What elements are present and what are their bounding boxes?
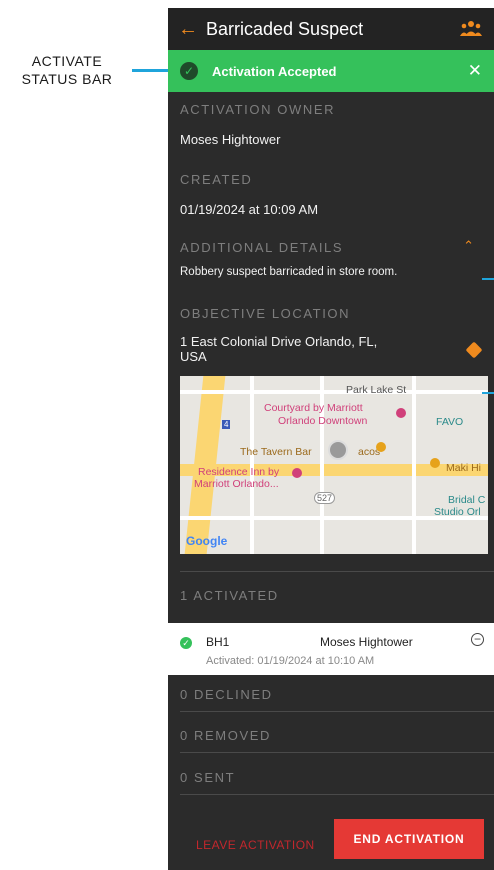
map-label: Courtyard by Marriott — [264, 402, 363, 414]
callout-line1: ACTIVATE — [31, 53, 103, 69]
map-label: Residence Inn by — [198, 466, 280, 478]
check-circle-icon: ✓ — [180, 637, 192, 649]
unit-name: BH1 — [206, 635, 230, 649]
callout-tick — [482, 392, 494, 394]
status-text: Activation Accepted — [212, 63, 337, 79]
map-street — [412, 376, 416, 554]
location-value: 1 East Colonial Drive Orlando, FL, USA — [180, 334, 377, 364]
close-icon[interactable]: ✕ — [468, 61, 482, 81]
app-bar: ← Barricaded Suspect — [168, 8, 494, 50]
route-527-shield: 527 — [314, 492, 336, 504]
map-label: Maki Hi — [446, 462, 482, 474]
hotel-pin-icon[interactable] — [396, 408, 406, 418]
divider — [180, 571, 494, 572]
location-line1: 1 East Colonial Drive Orlando, FL, — [180, 334, 378, 349]
activated-row[interactable]: ✓ BH1 Moses Hightower − Activated: 01/19… — [168, 623, 494, 675]
google-logo: Google — [186, 534, 228, 548]
map-label: Orlando Downtown — [278, 415, 368, 427]
action-bar: LEAVE ACTIVATION END ACTIVATION — [168, 819, 494, 870]
activated-header: 1 ACTIVATED — [180, 588, 279, 603]
map-label: FAVO — [436, 416, 464, 428]
hotel-pin-icon[interactable] — [292, 468, 302, 478]
divider — [180, 752, 494, 753]
activated-time-value: 01/19/2024 at 10:10 AM — [257, 655, 375, 667]
end-activation-button[interactable]: END ACTIVATION — [334, 819, 484, 859]
callout-label: ACTIVATE STATUS BAR — [8, 52, 126, 88]
owner-value: Moses Hightower — [180, 132, 281, 147]
location-map[interactable]: Park Lake St Courtyard by Marriott Orlan… — [180, 376, 488, 554]
callout-line2: STATUS BAR — [21, 71, 113, 87]
activation-status-bar: ✓ Activation Accepted ✕ — [168, 50, 494, 92]
leave-activation-button[interactable]: LEAVE ACTIVATION — [196, 838, 315, 852]
person-name: Moses Hightower — [320, 635, 413, 649]
created-label: CREATED — [180, 172, 253, 187]
location-pin-icon[interactable] — [328, 440, 348, 460]
map-label: Park Lake St — [346, 384, 407, 396]
chevron-up-icon[interactable]: ⌃ — [463, 238, 474, 254]
sent-header[interactable]: 0 SENT — [180, 770, 235, 785]
map-street — [180, 390, 488, 394]
phone-screen: ← Barricaded Suspect ✓ Activation Accept… — [168, 8, 494, 870]
directions-icon[interactable] — [465, 341, 483, 359]
declined-header[interactable]: 0 DECLINED — [180, 687, 273, 702]
activated-time-label: Activated: — [206, 655, 255, 667]
restaurant-pin-icon[interactable] — [430, 458, 440, 468]
people-group-icon[interactable] — [460, 20, 482, 36]
owner-label: ACTIVATION OWNER — [180, 102, 336, 117]
activated-time: Activated: 01/19/2024 at 10:10 AM — [206, 655, 374, 667]
map-label: Studio Orl — [434, 506, 481, 518]
details-value: Robbery suspect barricaded in store room… — [180, 266, 398, 278]
restaurant-pin-icon[interactable] — [376, 442, 386, 452]
map-label: Marriott Orlando... — [194, 478, 279, 490]
map-label: The Tavern Bar — [240, 446, 312, 458]
page-title: Barricaded Suspect — [206, 18, 364, 39]
details-label: ADDITIONAL DETAILS — [180, 240, 344, 255]
map-street — [250, 376, 254, 554]
callout-connector — [132, 69, 172, 72]
route-4-shield: 4 — [222, 420, 231, 429]
check-circle-icon: ✓ — [180, 62, 198, 80]
arrow-left-icon[interactable]: ← — [178, 18, 202, 41]
divider — [180, 794, 494, 795]
removed-header[interactable]: 0 REMOVED — [180, 728, 271, 743]
divider — [180, 711, 494, 712]
map-label: Bridal C — [448, 494, 486, 506]
created-value: 01/19/2024 at 10:09 AM — [180, 202, 319, 217]
callout-tick — [482, 278, 494, 280]
location-line2: USA — [180, 349, 207, 364]
remove-icon[interactable]: − — [471, 633, 484, 646]
location-label: OBJECTIVE LOCATION — [180, 306, 351, 321]
